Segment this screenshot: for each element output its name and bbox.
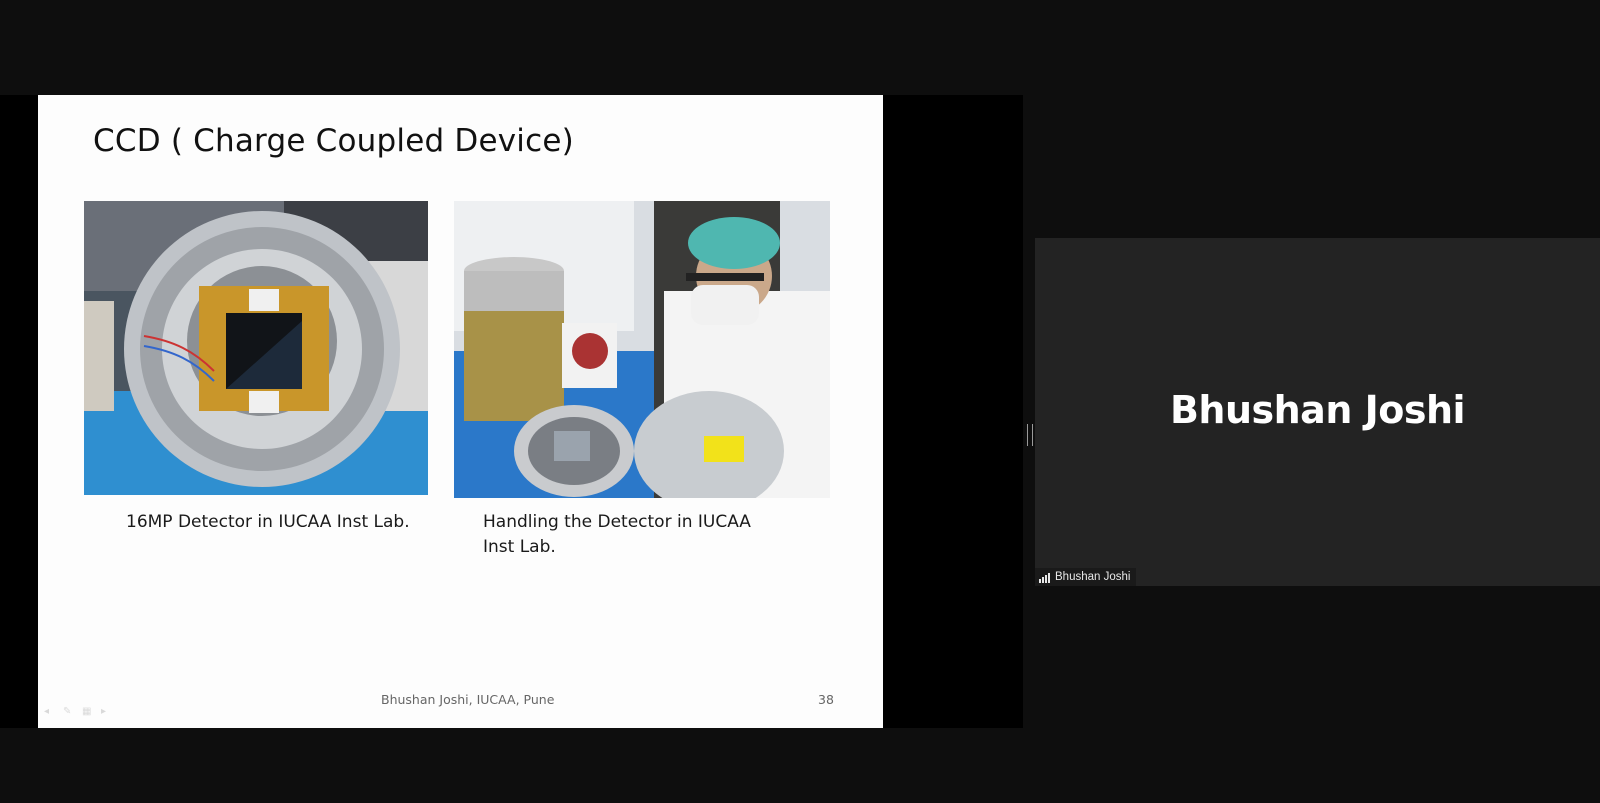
participant-video-tile[interactable]: Bhushan Joshi Bhushan Joshi <box>1035 238 1600 586</box>
slides-grid-icon[interactable]: ▦ <box>82 707 93 717</box>
participant-display-name: Bhushan Joshi <box>1169 388 1466 432</box>
panel-resize-handle[interactable] <box>1027 424 1033 446</box>
participant-name-label: Bhushan Joshi <box>1035 568 1137 586</box>
slide-title: CCD ( Charge Coupled Device) <box>93 123 574 159</box>
handling-photo <box>454 201 830 498</box>
participant-label-text: Bhushan Joshi <box>1055 571 1131 583</box>
meeting-window: CCD ( Charge Coupled Device) 16MP Detect… <box>0 0 1600 803</box>
image-caption-right: Handling the Detector in IUCAA Inst Lab. <box>483 512 751 557</box>
slide-footer: Bhushan Joshi, IUCAA, Pune <box>381 692 555 707</box>
detector-photo <box>84 201 428 495</box>
next-arrow-icon[interactable]: ▸ <box>101 707 112 717</box>
image-caption-left: 16MP Detector in IUCAA Inst Lab. <box>126 512 410 532</box>
slide-number: 38 <box>818 692 834 707</box>
shared-screen[interactable]: CCD ( Charge Coupled Device) 16MP Detect… <box>0 95 1023 728</box>
slide-toolbar: ◂ ✎ ▦ ▸ <box>44 707 112 717</box>
signal-strength-icon <box>1039 572 1050 583</box>
presentation-slide: CCD ( Charge Coupled Device) 16MP Detect… <box>38 95 883 728</box>
previous-arrow-icon[interactable]: ◂ <box>44 707 55 717</box>
pen-icon[interactable]: ✎ <box>63 707 74 717</box>
